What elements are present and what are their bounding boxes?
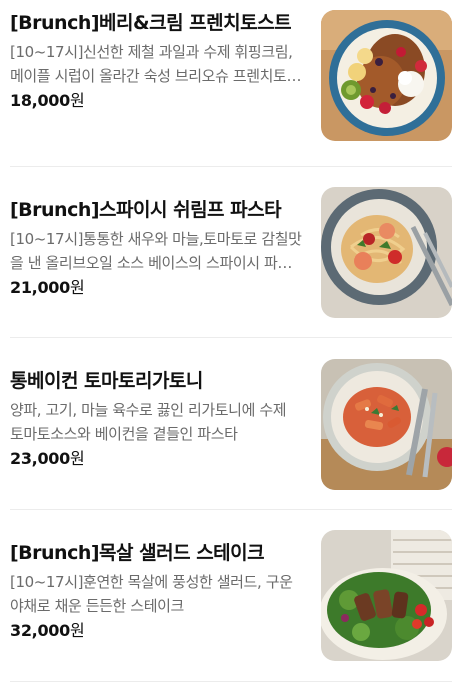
divider: [10, 509, 452, 510]
divider: [10, 166, 452, 167]
price-currency: 원: [69, 449, 85, 468]
menu-item-info: 통베이컨 토마토리가토니 양파, 고기, 마늘 육수로 끓인 리가토니에 수제 …: [10, 359, 302, 470]
menu-item-price: 21,000원: [10, 277, 302, 299]
menu-item-price: 23,000원: [10, 448, 302, 470]
shrimp-pasta-image: [321, 187, 452, 318]
menu-item-description: [10~17시]훈연한 목살에 풍성한 샐러드, 구운야채로 채운 든든한 스테…: [10, 573, 293, 615]
menu-item-french-toast[interactable]: [Brunch]베리&크림 프렌치토스트 [10~17시]신선한 제철 과일과 …: [10, 10, 452, 167]
menu-item-name: 통베이컨 토마토리가토니: [10, 370, 203, 392]
menu-item-name: [Brunch]스파이시 쉬림프 파스타: [10, 199, 282, 221]
french-toast-image: [321, 10, 452, 141]
price-amount: 21,000: [10, 278, 70, 297]
steak-salad-photo[interactable]: [321, 530, 452, 661]
price-currency: 원: [69, 621, 85, 640]
rigatoni-image: [321, 359, 452, 490]
price-currency: 원: [69, 91, 85, 110]
menu-item-name: [Brunch]목살 샐러드 스테이크: [10, 542, 265, 564]
menu-item-rigatoni[interactable]: 통베이컨 토마토리가토니 양파, 고기, 마늘 육수로 끓인 리가토니에 수제 …: [10, 359, 452, 510]
menu-item-info: [Brunch]목살 샐러드 스테이크 [10~17시]훈연한 목살에 풍성한 …: [10, 530, 302, 642]
price-amount: 23,000: [10, 449, 70, 468]
steak-salad-image: [321, 530, 452, 661]
menu-item-description: 양파, 고기, 마늘 육수로 끓인 리가토니에 수제 토마토소스와 베이컨을 곁…: [10, 401, 287, 443]
menu-item-shrimp-pasta[interactable]: [Brunch]스파이시 쉬림프 파스타 [10~17시]통통한 새우와 마늘,…: [10, 187, 452, 338]
price-amount: 32,000: [10, 621, 70, 640]
menu-item-info: [Brunch]스파이시 쉬림프 파스타 [10~17시]통통한 새우와 마늘,…: [10, 187, 302, 299]
divider: [10, 337, 452, 338]
menu-item-info: [Brunch]베리&크림 프렌치토스트 [10~17시]신선한 제철 과일과 …: [10, 10, 302, 112]
menu-item-description: [10~17시]신선한 제철 과일과 수제 휘핑크림, 메이플 시럽이 올라간 …: [10, 43, 300, 85]
rigatoni-photo[interactable]: [321, 359, 452, 490]
french-toast-photo[interactable]: [321, 10, 452, 141]
menu-item-price: 18,000원: [10, 90, 302, 112]
menu-item-description: [10~17시]통통한 새우와 마늘,토마토로 감칠맛을 낸 올리브오일 소스 …: [10, 230, 302, 272]
price-currency: 원: [69, 278, 85, 297]
menu-item-price: 32,000원: [10, 620, 302, 642]
menu-item-name: [Brunch]베리&크림 프렌치토스트: [10, 12, 292, 34]
shrimp-pasta-photo[interactable]: [321, 187, 452, 318]
price-amount: 18,000: [10, 91, 70, 110]
menu-item-steak-salad[interactable]: [Brunch]목살 샐러드 스테이크 [10~17시]훈연한 목살에 풍성한 …: [10, 530, 452, 682]
